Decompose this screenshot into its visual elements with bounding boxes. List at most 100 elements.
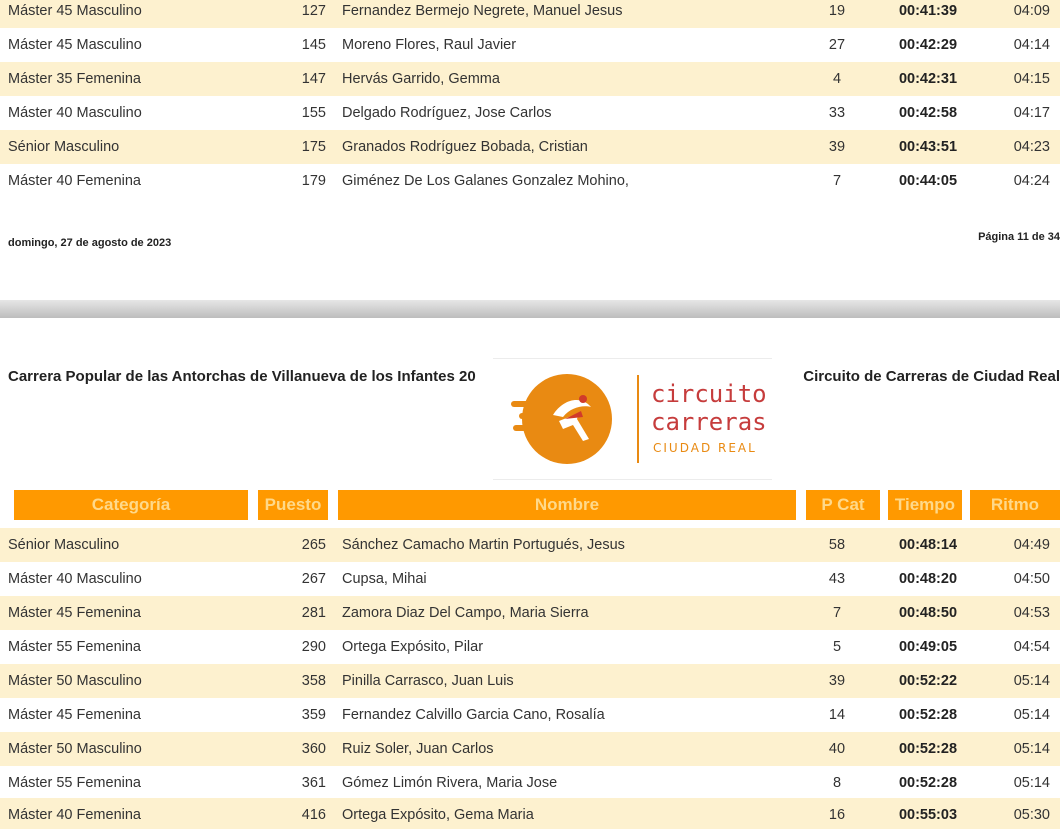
puesto-cell: 361 — [301, 775, 326, 791]
pcat-cell: 8 — [832, 775, 842, 791]
logo-text-carreras: carreras — [651, 408, 767, 436]
pcat-cell: 14 — [828, 707, 846, 723]
pcat-cell: 27 — [828, 37, 846, 53]
pcat-cell: 7 — [832, 605, 842, 621]
pcat-cell: 39 — [828, 139, 846, 155]
ritmo-cell: 04:14 — [1013, 37, 1050, 53]
table-row: Máster 45 Masculino 127 Fernandez Bermej… — [0, 0, 1060, 28]
table-row: Máster 40 Masculino 155 Delgado Rodrígue… — [0, 96, 1060, 130]
circuit-logo: circuito carreras CIUDAD REAL — [493, 358, 772, 480]
nombre-cell: Ortega Expósito, Gema Maria — [342, 807, 534, 823]
table-row: Máster 45 Femenina 359 Fernandez Calvill… — [0, 698, 1060, 732]
categoria-cell: Máster 45 Masculino — [8, 37, 142, 53]
puesto-cell: 155 — [301, 105, 326, 121]
column-header-puesto: Puesto — [258, 490, 328, 520]
ritmo-cell: 05:14 — [1013, 673, 1050, 689]
nombre-cell: Pinilla Carrasco, Juan Luis — [342, 673, 514, 689]
puesto-cell: 358 — [301, 673, 326, 689]
categoria-cell: Máster 45 Masculino — [8, 3, 142, 19]
logo-text-circuito: circuito — [651, 380, 767, 408]
column-header-ritmo: Ritmo — [970, 490, 1060, 520]
puesto-cell: 290 — [301, 639, 326, 655]
nombre-cell: Giménez De Los Galanes Gonzalez Mohino, — [342, 173, 629, 189]
tiempo-cell: 00:48:14 — [898, 537, 958, 553]
categoria-cell: Máster 55 Femenina — [8, 775, 141, 791]
categoria-cell: Máster 40 Masculino — [8, 105, 142, 121]
tiempo-cell: 00:41:39 — [898, 3, 958, 19]
table-row: Sénior Masculino 265 Sánchez Camacho Mar… — [0, 528, 1060, 562]
puesto-cell: 147 — [301, 71, 326, 87]
table-row: Máster 55 Femenina 361 Gómez Limón River… — [0, 766, 1060, 800]
ritmo-cell: 04:50 — [1013, 571, 1050, 587]
column-header-categoria: Categoría — [14, 490, 248, 520]
table-row: Máster 55 Femenina 290 Ortega Expósito, … — [0, 630, 1060, 664]
tiempo-cell: 00:42:31 — [898, 71, 958, 87]
pcat-cell: 16 — [828, 807, 846, 823]
tiempo-cell: 00:52:22 — [898, 673, 958, 689]
column-header-nombre: Nombre — [338, 490, 796, 520]
nombre-cell: Ortega Expósito, Pilar — [342, 639, 484, 655]
pcat-cell: 33 — [828, 105, 846, 121]
logo-text-ciudad-real: CIUDAD REAL — [653, 441, 757, 455]
tiempo-cell: 00:55:03 — [898, 807, 958, 823]
puesto-cell: 179 — [301, 173, 326, 189]
ritmo-cell: 04:53 — [1013, 605, 1050, 621]
table-row: Máster 45 Masculino 145 Moreno Flores, R… — [0, 28, 1060, 62]
tiempo-cell: 00:52:28 — [898, 741, 958, 757]
categoria-cell: Máster 45 Femenina — [8, 707, 141, 723]
ritmo-cell: 05:14 — [1013, 707, 1050, 723]
nombre-cell: Fernandez Calvillo Garcia Cano, Rosalía — [342, 707, 605, 723]
tiempo-cell: 00:52:28 — [898, 707, 958, 723]
puesto-cell: 360 — [301, 741, 326, 757]
categoria-cell: Máster 50 Masculino — [8, 741, 142, 757]
puesto-cell: 281 — [301, 605, 326, 621]
page-number: Página 11 de 34 — [978, 231, 1060, 243]
nombre-cell: Ruiz Soler, Juan Carlos — [342, 741, 494, 757]
ritmo-cell: 04:24 — [1013, 173, 1050, 189]
tiempo-cell: 00:52:28 — [898, 775, 958, 791]
ritmo-cell: 05:14 — [1013, 741, 1050, 757]
page-separator — [0, 300, 1060, 318]
table-row: Máster 40 Masculino 267 Cupsa, Mihai 43 … — [0, 562, 1060, 596]
pcat-cell: 40 — [828, 741, 846, 757]
nombre-cell: Zamora Diaz Del Campo, Maria Sierra — [342, 605, 589, 621]
footer-date: domingo, 27 de agosto de 2023 — [8, 237, 172, 249]
puesto-cell: 265 — [301, 537, 326, 553]
nombre-cell: Delgado Rodríguez, Jose Carlos — [342, 105, 552, 121]
previous-page: Máster 45 Masculino 127 Fernandez Bermej… — [0, 0, 1060, 300]
categoria-cell: Máster 35 Femenina — [8, 71, 141, 87]
nombre-cell: Sánchez Camacho Martin Portugués, Jesus — [342, 537, 625, 553]
tiempo-cell: 00:43:51 — [898, 139, 958, 155]
ritmo-cell: 04:54 — [1013, 639, 1050, 655]
categoria-cell: Sénior Masculino — [8, 537, 120, 553]
circuit-title: Circuito de Carreras de Ciudad Real — [803, 368, 1060, 385]
puesto-cell: 416 — [301, 807, 326, 823]
table-row: Máster 50 Masculino 360 Ruiz Soler, Juan… — [0, 732, 1060, 766]
categoria-cell: Máster 40 Femenina — [8, 173, 141, 189]
table-row: Sénior Masculino 175 Granados Rodríguez … — [0, 130, 1060, 164]
tiempo-cell: 00:48:50 — [898, 605, 958, 621]
categoria-cell: Máster 40 Masculino — [8, 571, 142, 587]
nombre-cell: Hervás Garrido, Gemma — [342, 71, 500, 87]
tiempo-cell: 00:42:29 — [898, 37, 958, 53]
categoria-cell: Máster 55 Femenina — [8, 639, 141, 655]
tiempo-cell: 00:44:05 — [898, 173, 958, 189]
categoria-cell: Máster 40 Femenina — [8, 807, 141, 823]
pcat-cell: 5 — [832, 639, 842, 655]
tiempo-cell: 00:48:20 — [898, 571, 958, 587]
nombre-cell: Gómez Limón Rivera, Maria Jose — [342, 775, 558, 791]
puesto-cell: 175 — [301, 139, 326, 155]
puesto-cell: 359 — [301, 707, 326, 723]
race-title: Carrera Popular de las Antorchas de Vill… — [8, 368, 476, 385]
ritmo-cell: 05:30 — [1013, 807, 1050, 823]
tiempo-cell: 00:49:05 — [898, 639, 958, 655]
ritmo-cell: 04:09 — [1013, 3, 1050, 19]
pcat-cell: 58 — [828, 537, 846, 553]
pcat-cell: 43 — [828, 571, 846, 587]
table-row: Máster 45 Femenina 281 Zamora Diaz Del C… — [0, 596, 1060, 630]
nombre-cell: Fernandez Bermejo Negrete, Manuel Jesus — [342, 3, 623, 19]
ritmo-cell: 04:15 — [1013, 71, 1050, 87]
ritmo-cell: 05:14 — [1013, 775, 1050, 791]
puesto-cell: 127 — [301, 3, 326, 19]
table-row: Máster 40 Femenina 416 Ortega Expósito, … — [0, 798, 1060, 829]
